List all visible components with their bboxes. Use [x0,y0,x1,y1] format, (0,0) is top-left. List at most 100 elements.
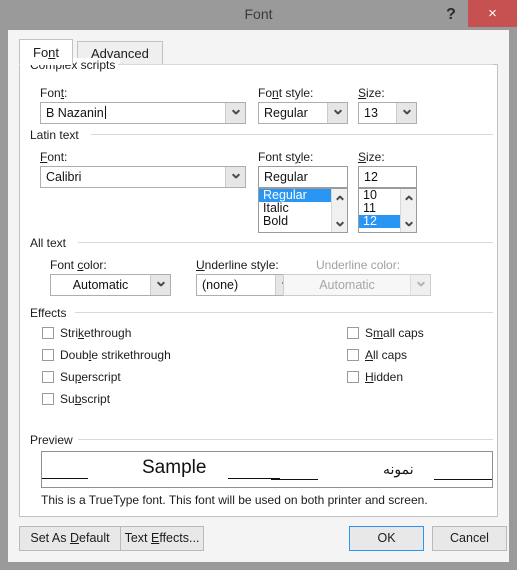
checkbox-box[interactable] [347,349,359,361]
checkbox-label-b: all caps [383,326,424,340]
chevron-down-icon [157,280,164,287]
chevron-down-icon [336,220,343,227]
scroll-down-button[interactable] [401,216,416,232]
latin-font-combo[interactable]: Calibri [40,166,246,188]
checkbox-label-accel: A [365,348,374,362]
cs-fontstyle-dropdown-arrow[interactable] [327,103,347,123]
checkbox-box[interactable] [42,349,54,361]
checkbox-box[interactable] [42,393,54,405]
latin-font-dropdown-arrow[interactable] [225,167,245,187]
checkbox-subscript[interactable]: Subscript [42,392,110,406]
cancel-button[interactable]: Cancel [432,526,507,551]
chevron-up-icon [336,194,343,201]
checkbox-label-a: Stri [60,326,78,340]
scroll-up-button[interactable] [332,189,347,205]
group-line-preview [78,439,493,440]
latin-size-option-2[interactable]: 12 [359,215,405,228]
checkbox-box[interactable] [42,371,54,383]
label-latin-size-b: ize: [366,150,385,164]
preview-box: Sample نمونه [41,451,493,488]
cs-size-combo[interactable]: 13 [358,102,417,124]
cs-fontstyle-combo[interactable]: Regular [258,102,348,124]
cs-font-value: B Nazanin [46,103,223,123]
checkbox-label-a: Doub [60,348,89,362]
text-effects-label-b: ffects... [159,531,200,545]
font-type-note: This is a TrueType font. This font will … [41,493,428,507]
checkbox-box[interactable] [347,327,359,339]
set-as-default-button[interactable]: Set As Default [19,526,121,551]
chevron-down-icon [405,220,412,227]
group-line-complex-scripts [118,64,493,65]
checkbox-superscript[interactable]: Superscript [42,370,121,384]
checkbox-box[interactable] [347,371,359,383]
chevron-up-icon [405,194,412,201]
label-latin-size-accel: S [358,150,367,164]
latin-fontstyle-scrollbar[interactable] [331,189,347,232]
cs-size-dropdown-arrow[interactable] [396,103,416,123]
checkbox-label-b: erscript [81,370,121,384]
latin-size-combo[interactable]: 12 [358,166,417,188]
latin-size-scrollbar[interactable] [400,189,416,232]
text-effects-label-a: Text [124,531,151,545]
cs-fontstyle-value: Regular [264,106,308,120]
group-label-effects: Effects [30,306,72,320]
checkbox-small-caps[interactable]: Small caps [347,326,424,340]
scroll-down-button[interactable] [332,216,347,232]
checkbox-double-strikethrough[interactable]: Double strikethrough [42,348,171,362]
label-latin-font-b: ont: [47,150,68,164]
group-line-latin-text [91,134,493,135]
label-latin-size: Size: [358,150,385,164]
text-effects-button[interactable]: Text Effects... [120,526,204,551]
label-cs-size-accel: S [358,86,367,100]
latin-fontstyle-option-2[interactable]: Bold [259,215,336,228]
cs-font-dropdown-arrow[interactable] [225,103,245,123]
text-caret [104,106,106,119]
checkbox-all-caps[interactable]: All caps [347,348,407,362]
preview-sample-arabic: نمونه [383,461,414,477]
cs-size-value: 13 [364,106,378,120]
set-as-default-accel: D [69,531,80,545]
label-cs-font-a: Fon [40,86,61,100]
label-cs-size-b: ize: [366,86,385,100]
title-bar: Font ? × [0,0,517,30]
font-color-value: Automatic [72,278,129,292]
latin-fontstyle-combo[interactable]: Regular [258,166,348,188]
latin-size-value: 12 [364,170,378,184]
tab-font[interactable]: Font [19,39,74,65]
ok-button[interactable]: OK [349,526,424,551]
latin-fontstyle-listbox[interactable]: Regular Italic Bold [258,188,348,233]
label-underline-style-accel: U [196,258,205,272]
tab-font-text-a: Fo [33,45,49,60]
label-cs-fontstyle: Font style: [258,86,313,100]
checkbox-hidden[interactable]: Hidden [347,370,403,384]
underline-style-combo[interactable]: (none) [196,274,296,296]
checkbox-label-a: S [365,326,374,340]
checkbox-box[interactable] [42,327,54,339]
checkbox-strikethrough[interactable]: Strikethrough [42,326,131,340]
preview-rule-4 [434,479,492,480]
label-font-color-a: Font [50,258,78,272]
chevron-down-icon [403,108,410,115]
underline-color-combo: Automatic [283,274,431,296]
checkbox-label-a: Su [60,370,75,384]
label-underline-style: Underline style: [196,258,279,272]
label-cs-fontstyle-accel: n [272,86,279,100]
checkbox-label-b: script [81,392,111,406]
cs-font-combo[interactable]: B Nazanin [40,102,246,124]
checkbox-label-b: e strikethrough [91,348,171,362]
label-latin-fontstyle-b: le: [300,150,314,164]
preview-rule-3 [271,479,318,480]
underline-color-value: Automatic [319,278,375,292]
group-label-latin-text: Latin text [30,128,84,142]
tab-font-text-b: t [55,45,60,60]
font-color-dropdown-arrow[interactable] [150,275,170,295]
help-icon[interactable]: ? [437,2,465,28]
checkbox-label-b: ethrough [84,326,132,340]
font-color-combo[interactable]: Automatic [50,274,171,296]
latin-fontstyle-value: Regular [264,170,308,184]
chevron-down-icon [232,108,239,115]
latin-size-listbox[interactable]: 10 11 12 [358,188,417,233]
scroll-up-button[interactable] [401,189,416,205]
label-latin-font: Font: [40,150,67,164]
close-icon[interactable]: × [468,0,517,27]
